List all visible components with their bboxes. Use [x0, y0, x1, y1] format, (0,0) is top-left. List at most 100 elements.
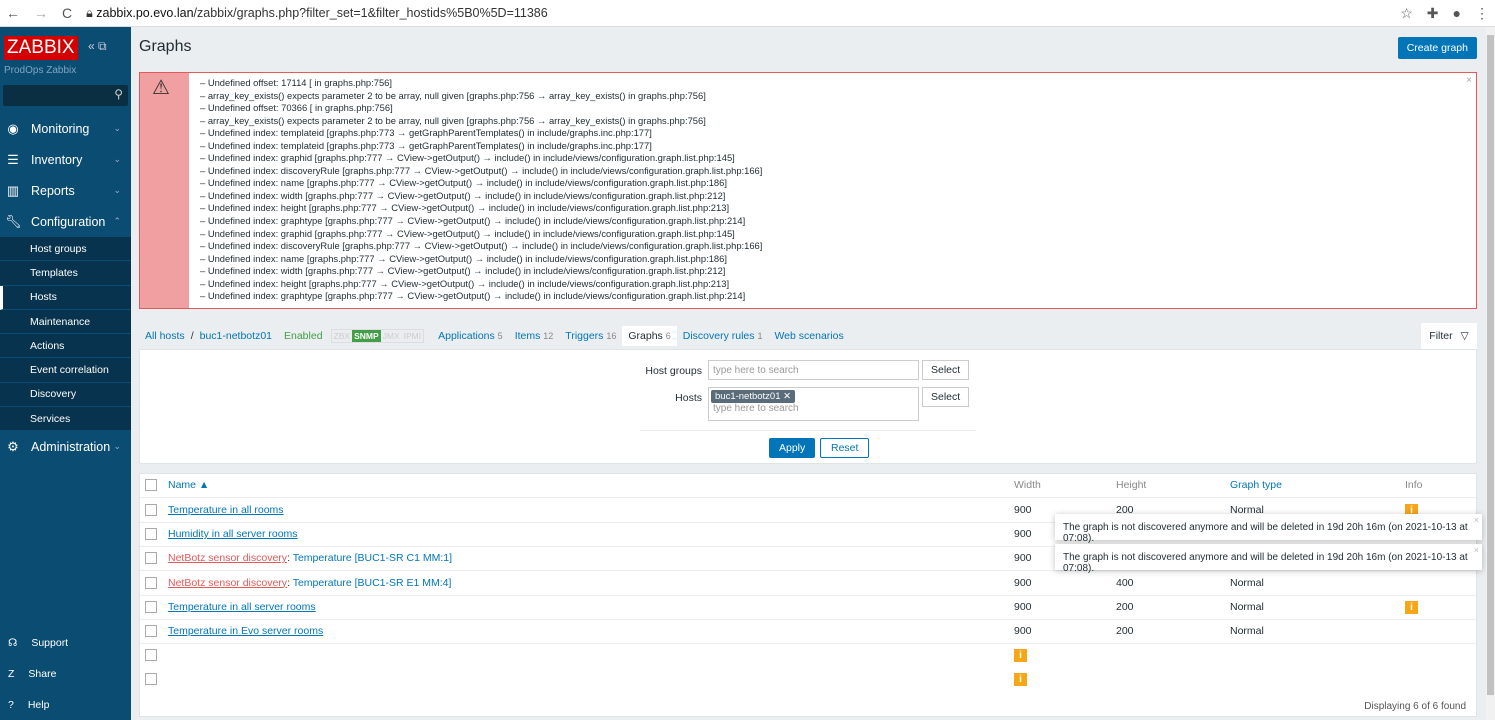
- status-enabled[interactable]: Enabled: [284, 330, 323, 342]
- star-icon[interactable]: ☆: [1400, 5, 1413, 22]
- graph-type-cell: Normal: [1230, 600, 1264, 613]
- server-name: ProdOps Zabbix: [4, 65, 77, 76]
- graph-name-link[interactable]: Humidity in all server rooms: [168, 528, 298, 540]
- submenu-discovery[interactable]: Discovery: [0, 383, 131, 408]
- table-row: Temperature in all server rooms 900 200 Nor…: [140, 596, 1476, 620]
- info-icon[interactable]: i: [1405, 600, 1418, 614]
- hosts-label: Hosts: [675, 392, 702, 404]
- hosts-select-button[interactable]: Select: [922, 387, 970, 407]
- menu-icon[interactable]: ⋮: [1475, 5, 1489, 22]
- info-icon[interactable]: i: [1014, 649, 1027, 663]
- support-link[interactable]: ☊ Support: [0, 627, 131, 658]
- close-icon[interactable]: ×: [1474, 515, 1479, 525]
- row-checkbox[interactable]: [145, 600, 157, 613]
- error-line: – array_key_exists() expects parameter 2…: [200, 114, 706, 126]
- tab-triggers[interactable]: Triggers 16: [559, 330, 622, 342]
- back-icon[interactable]: ←: [6, 5, 20, 21]
- table-row: i: [140, 668, 1476, 692]
- discovery-rule-link[interactable]: NetBotz sensor discovery: [168, 577, 287, 589]
- host-navigation: All hosts / buc1-netbotz01 Enabled ZBX SN…: [139, 323, 1477, 349]
- host-tag: buc1-netbotz01 ✕: [711, 390, 796, 403]
- row-checkbox[interactable]: [145, 552, 157, 565]
- create-graph-button[interactable]: Create graph: [1397, 37, 1477, 59]
- close-icon[interactable]: ×: [1466, 75, 1472, 86]
- graph-name-link[interactable]: Temperature [BUC1-SR C1 MM:1]: [293, 552, 452, 564]
- submenu-maintenance[interactable]: Maintenance: [0, 310, 131, 335]
- info-icon[interactable]: i: [1014, 673, 1027, 687]
- reload-icon[interactable]: C: [62, 5, 72, 21]
- sidebar-search-input[interactable]: ⚲: [3, 85, 128, 106]
- submenu-actions[interactable]: Actions: [0, 334, 131, 359]
- error-line: – Undefined index: graphid [graphs.php:7…: [200, 227, 735, 239]
- row-checkbox[interactable]: [145, 504, 157, 516]
- breadcrumb-all-hosts[interactable]: All hosts: [139, 330, 191, 342]
- sort-by-graph-type[interactable]: Graph type: [1230, 479, 1282, 491]
- address-bar[interactable]: 🔒︎ zabbix.po.evo.lan/zabbix/graphs.php?f…: [86, 6, 1386, 21]
- collapse-sidebar-icon[interactable]: «: [88, 39, 95, 53]
- tab-graphs[interactable]: Graphs 6: [622, 326, 677, 346]
- submenu-hosts[interactable]: Hosts: [0, 285, 131, 310]
- error-line: – Undefined index: graphtype [graphs.php…: [200, 215, 746, 227]
- breadcrumb-host[interactable]: buc1-netbotz01: [194, 330, 278, 342]
- host-groups-input[interactable]: type here to search: [708, 360, 919, 380]
- apply-button[interactable]: Apply: [769, 438, 816, 458]
- scrollbar[interactable]: [1486, 27, 1495, 720]
- error-line: – Undefined index: graphid [graphs.php:7…: [200, 152, 735, 164]
- row-checkbox[interactable]: [145, 673, 157, 686]
- chevron-down-icon: ⌄: [113, 154, 121, 164]
- zabbix-logo[interactable]: ZABBIX: [4, 36, 78, 60]
- error-line: – Undefined index: height [graphs.php:77…: [200, 277, 730, 289]
- funnel-icon: ▽: [1460, 330, 1469, 342]
- submenu-services[interactable]: Services: [0, 407, 131, 432]
- host-groups-select-button[interactable]: Select: [922, 360, 970, 380]
- menu-reports[interactable]: ▥ Reports ⌄: [0, 175, 131, 206]
- gear-icon: ⚙: [7, 438, 19, 454]
- select-all-checkbox[interactable]: [145, 479, 157, 491]
- filter-toggle[interactable]: Filter ▽: [1421, 323, 1477, 349]
- error-line: – Undefined offset: 70366 [ in graphs.ph…: [200, 102, 393, 114]
- graph-name-link[interactable]: Temperature in Evo server rooms: [168, 625, 323, 637]
- row-checkbox[interactable]: [145, 528, 157, 541]
- reset-button[interactable]: Reset: [820, 438, 870, 458]
- tab-applications[interactable]: Applications 5: [432, 330, 509, 342]
- tab-web-scenarios[interactable]: Web scenarios: [768, 330, 849, 342]
- graph-name-link[interactable]: Temperature in all server rooms: [168, 601, 316, 613]
- remove-tag-icon[interactable]: ✕: [783, 391, 791, 402]
- profile-icon[interactable]: ●: [1453, 5, 1461, 22]
- hosts-input[interactable]: buc1-netbotz01 ✕ type here to search: [708, 387, 919, 421]
- error-line: – Undefined index: width [graphs.php:777…: [200, 189, 726, 201]
- share-link[interactable]: Z Share: [0, 658, 131, 689]
- help-link[interactable]: ? Help: [0, 689, 131, 720]
- error-line: – Undefined index: height [graphs.php:77…: [200, 202, 730, 214]
- width-cell: 900: [1014, 625, 1032, 637]
- extension-icon[interactable]: ✚: [1427, 5, 1439, 22]
- graph-name-link[interactable]: Temperature [BUC1-SR E1 MM:4]: [293, 577, 452, 589]
- menu-administration[interactable]: ⚙ Administration ⌄: [0, 431, 131, 462]
- tab-discovery-rules[interactable]: Discovery rules 1: [677, 330, 769, 342]
- error-line: – Undefined offset: 17114 [ in graphs.ph…: [200, 77, 392, 88]
- error-line: – array_key_exists() expects parameter 2…: [200, 89, 706, 101]
- row-checkbox[interactable]: [145, 576, 157, 589]
- submenu-event-correlation[interactable]: Event correlation: [0, 358, 131, 383]
- close-icon[interactable]: ×: [1474, 545, 1479, 555]
- menu-inventory[interactable]: ☰ Inventory ⌄: [0, 144, 131, 175]
- eye-icon: ◉: [7, 120, 19, 136]
- width-cell: 900: [1014, 576, 1032, 589]
- kiosk-icon[interactable]: ⧉: [98, 39, 107, 53]
- error-list: – Undefined offset: 17114 [ in graphs.ph…: [189, 73, 762, 308]
- row-checkbox[interactable]: [145, 649, 157, 662]
- discovery-rule-link[interactable]: NetBotz sensor discovery: [168, 552, 287, 564]
- menu-monitoring[interactable]: ◉ Monitoring ⌄: [0, 113, 131, 144]
- submenu-templates[interactable]: Templates: [0, 261, 131, 286]
- sort-by-name[interactable]: Name ▲: [168, 479, 209, 491]
- forward-icon[interactable]: →: [34, 5, 48, 21]
- submenu-host-groups[interactable]: Host groups: [0, 237, 131, 262]
- row-checkbox[interactable]: [145, 625, 157, 637]
- search-icon[interactable]: ⚲: [114, 87, 123, 101]
- error-line: – Undefined index: templateid [graphs.ph…: [200, 139, 652, 151]
- tab-items[interactable]: Items 12: [509, 330, 560, 342]
- menu-configuration[interactable]: 🔧︎ Configuration ⌃: [0, 206, 131, 237]
- graph-name-link[interactable]: Temperature in all rooms: [168, 504, 284, 516]
- browser-toolbar: ← → C 🔒︎ zabbix.po.evo.lan/zabbix/graphs…: [0, 0, 1495, 27]
- pagination-summary: Displaying 6 of 6 found: [1364, 701, 1466, 712]
